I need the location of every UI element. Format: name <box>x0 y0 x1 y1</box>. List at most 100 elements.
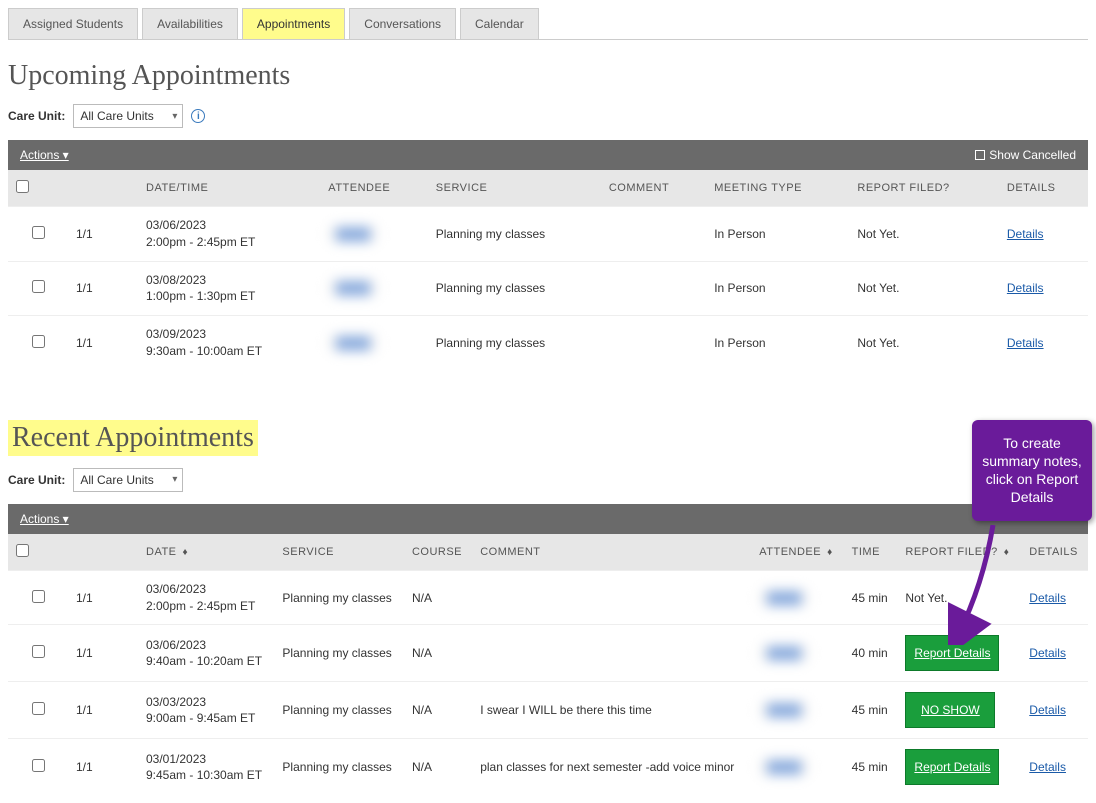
report-filed-cell: Report Details <box>897 739 1021 796</box>
col-service-r: SERVICE <box>274 534 404 571</box>
attendee-cell: ████ <box>751 682 843 739</box>
attendee-cell: ████ <box>751 625 843 682</box>
duration-cell: 45 min <box>844 682 898 739</box>
table-row: 1/103/06/20239:40am - 10:20am ETPlanning… <box>8 625 1088 682</box>
datetime-cell: 03/06/20232:00pm - 2:45pm ET <box>138 207 320 262</box>
tab-calendar[interactable]: Calendar <box>460 8 539 39</box>
actions-menu[interactable]: Actions ▾ <box>20 148 69 162</box>
service-cell: Planning my classes <box>274 625 404 682</box>
col-service: SERVICE <box>428 170 601 207</box>
duration-cell: 45 min <box>844 739 898 796</box>
row-checkbox[interactable] <box>32 759 45 772</box>
recent-actionbar: Actions ▾ <box>8 504 1088 534</box>
datetime-cell: 03/09/20239:30am - 10:00am ET <box>138 316 320 370</box>
attendee-cell: ████ <box>320 316 427 370</box>
meeting-cell: In Person <box>706 316 849 370</box>
select-all-checkbox-recent[interactable] <box>16 544 29 557</box>
details-link[interactable]: Details <box>1029 703 1066 717</box>
col-attendee: ATTENDEE <box>320 170 427 207</box>
sort-icon: ♦ <box>827 547 833 558</box>
meeting-cell: In Person <box>706 207 849 262</box>
row-checkbox[interactable] <box>32 335 45 348</box>
date-cell: 03/06/20239:40am - 10:20am ET <box>138 625 274 682</box>
report-cell: Not Yet. <box>849 261 999 316</box>
col-report-filed: REPORT FILED? <box>849 170 999 207</box>
comment-cell <box>472 570 751 625</box>
upcoming-actionbar: Actions ▾ Show Cancelled <box>8 140 1088 170</box>
details-link[interactable]: Details <box>1029 591 1066 605</box>
col-attendee-r[interactable]: ATTENDEE♦ <box>751 534 843 571</box>
count-cell: 1/1 <box>68 625 138 682</box>
course-cell: N/A <box>404 739 472 796</box>
show-cancelled-label: Show Cancelled <box>989 148 1076 162</box>
table-row: 1/103/08/20231:00pm - 1:30pm ET████Plann… <box>8 261 1088 316</box>
table-row: 1/103/06/20232:00pm - 2:45pm ET████Plann… <box>8 207 1088 262</box>
care-unit-select[interactable]: All Care Units <box>73 104 183 128</box>
col-meeting-type: MEETING TYPE <box>706 170 849 207</box>
col-details-r: DETAILS <box>1021 534 1088 571</box>
show-cancelled-toggle[interactable]: Show Cancelled <box>975 148 1076 162</box>
attendee-cell: ████ <box>751 570 843 625</box>
recent-table: DATE♦ SERVICE COURSE COMMENT ATTENDEE♦ T… <box>8 534 1088 796</box>
service-cell: Planning my classes <box>428 261 601 316</box>
report-details-button[interactable]: Report Details <box>905 749 999 785</box>
count-cell: 1/1 <box>68 316 138 370</box>
upcoming-title: Upcoming Appointments <box>8 60 1088 92</box>
table-row: 1/103/03/20239:00am - 9:45am ETPlanning … <box>8 682 1088 739</box>
care-unit-select-recent[interactable]: All Care Units <box>73 468 183 492</box>
row-checkbox[interactable] <box>32 280 45 293</box>
row-checkbox[interactable] <box>32 645 45 658</box>
date-cell: 03/01/20239:45am - 10:30am ET <box>138 739 274 796</box>
service-cell: Planning my classes <box>274 739 404 796</box>
col-time: TIME <box>844 534 898 571</box>
comment-cell: plan classes for next semester -add voic… <box>472 739 751 796</box>
comment-cell: I swear I WILL be there this time <box>472 682 751 739</box>
table-row: 1/103/01/20239:45am - 10:30am ETPlanning… <box>8 739 1088 796</box>
details-link[interactable]: Details <box>1029 760 1066 774</box>
sort-icon: ♦ <box>183 547 189 558</box>
details-link[interactable]: Details <box>1007 227 1044 241</box>
instruction-callout: To create summary notes, click on Report… <box>972 420 1092 521</box>
tab-assigned-students[interactable]: Assigned Students <box>8 8 138 39</box>
count-cell: 1/1 <box>68 570 138 625</box>
date-cell: 03/03/20239:00am - 9:45am ET <box>138 682 274 739</box>
tabs-bar: Assigned Students Availabilities Appoint… <box>8 8 1088 40</box>
col-date[interactable]: DATE♦ <box>138 534 274 571</box>
actions-menu-recent[interactable]: Actions ▾ <box>20 512 69 526</box>
no-show-button[interactable]: NO SHOW <box>905 692 995 728</box>
col-details: DETAILS <box>999 170 1088 207</box>
details-link[interactable]: Details <box>1029 646 1066 660</box>
comment-cell <box>601 261 706 316</box>
course-cell: N/A <box>404 625 472 682</box>
row-checkbox[interactable] <box>32 702 45 715</box>
comment-cell <box>601 207 706 262</box>
count-cell: 1/1 <box>68 682 138 739</box>
report-filed-cell: NO SHOW <box>897 682 1021 739</box>
comment-cell <box>472 625 751 682</box>
tab-appointments[interactable]: Appointments <box>242 8 345 39</box>
date-cell: 03/06/20232:00pm - 2:45pm ET <box>138 570 274 625</box>
datetime-cell: 03/08/20231:00pm - 1:30pm ET <box>138 261 320 316</box>
attendee-cell: ████ <box>751 739 843 796</box>
details-link[interactable]: Details <box>1007 336 1044 350</box>
service-cell: Planning my classes <box>428 316 601 370</box>
checkbox-icon <box>975 150 985 160</box>
service-cell: Planning my classes <box>274 682 404 739</box>
service-cell: Planning my classes <box>274 570 404 625</box>
attendee-cell: ████ <box>320 207 427 262</box>
recent-title: Recent Appointments <box>8 420 258 456</box>
count-cell: 1/1 <box>68 261 138 316</box>
info-icon[interactable]: i <box>191 109 205 123</box>
tab-availabilities[interactable]: Availabilities <box>142 8 238 39</box>
meeting-cell: In Person <box>706 261 849 316</box>
course-cell: N/A <box>404 570 472 625</box>
care-unit-label: Care Unit: <box>8 109 65 123</box>
table-row: 1/103/06/20232:00pm - 2:45pm ETPlanning … <box>8 570 1088 625</box>
select-all-checkbox[interactable] <box>16 180 29 193</box>
comment-cell <box>601 316 706 370</box>
attendee-cell: ████ <box>320 261 427 316</box>
row-checkbox[interactable] <box>32 226 45 239</box>
details-link[interactable]: Details <box>1007 281 1044 295</box>
tab-conversations[interactable]: Conversations <box>349 8 456 39</box>
row-checkbox[interactable] <box>32 590 45 603</box>
